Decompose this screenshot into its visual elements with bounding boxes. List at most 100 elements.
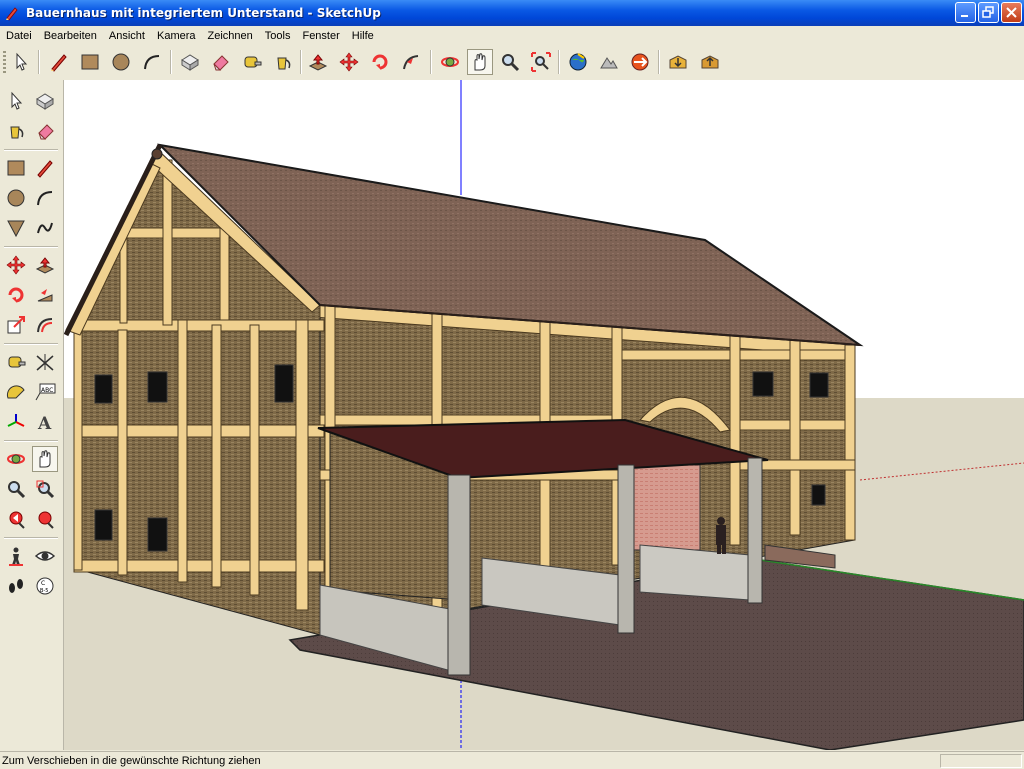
move-icon: [6, 255, 26, 275]
follow-me-button[interactable]: [398, 49, 424, 75]
svg-text:C: C: [41, 580, 45, 587]
walk-tool-button[interactable]: [3, 573, 29, 599]
pan-tool-button[interactable]: [32, 446, 58, 472]
zoom-extents-icon: [531, 52, 551, 72]
close-icon: [1006, 7, 1017, 18]
menu-bearbeiten[interactable]: Bearbeiten: [38, 30, 103, 42]
toggle-terrain-button[interactable]: [596, 49, 622, 75]
make-component-button[interactable]: [177, 49, 203, 75]
menu-ansicht[interactable]: Ansicht: [103, 30, 151, 42]
arc-tool-button[interactable]: [139, 49, 165, 75]
model-viewport[interactable]: [64, 80, 1024, 750]
look-around-button[interactable]: [32, 543, 58, 569]
rectangle-icon: [7, 160, 25, 176]
restore-button[interactable]: [978, 2, 999, 23]
select-tool-button[interactable]: [8, 49, 34, 75]
rotate-tool-button[interactable]: [367, 49, 393, 75]
zoom-window-button[interactable]: [32, 476, 58, 502]
svg-text:B-5: B-5: [40, 588, 48, 594]
protractor-tool-button[interactable]: [3, 379, 29, 405]
menu-kamera[interactable]: Kamera: [151, 30, 202, 42]
rectangle-icon: [81, 54, 99, 70]
make-component-button[interactable]: [32, 88, 58, 114]
protractor-icon: [6, 385, 25, 399]
previous-view-button[interactable]: [3, 506, 29, 532]
move-tool-button[interactable]: [3, 252, 29, 278]
sketchup-app-icon[interactable]: [4, 5, 20, 21]
move-tool-button[interactable]: [336, 49, 362, 75]
get-models-button[interactable]: [665, 49, 691, 75]
share-model-button[interactable]: [697, 49, 723, 75]
circle-tool-button[interactable]: [3, 185, 29, 211]
text-tool-button[interactable]: ABC: [32, 379, 58, 405]
polygon-tool-button[interactable]: [3, 215, 29, 241]
globe-icon: [569, 53, 587, 71]
offset-tool-button[interactable]: [32, 312, 58, 338]
follow-me-button[interactable]: [32, 282, 58, 308]
position-camera-button[interactable]: [3, 543, 29, 569]
push-pull-button[interactable]: [305, 49, 331, 75]
close-button[interactable]: [1001, 2, 1022, 23]
eraser-tool-button[interactable]: [207, 49, 233, 75]
line-tool-button[interactable]: [46, 49, 72, 75]
select-tool-button[interactable]: [3, 88, 29, 114]
dimension-tool-button[interactable]: [32, 349, 58, 375]
orbit-icon: [7, 454, 25, 464]
measurements-box[interactable]: [940, 754, 1022, 768]
toolbar-grip[interactable]: [3, 51, 6, 73]
circle-icon: [7, 189, 25, 207]
rotate-tool-button[interactable]: [3, 282, 29, 308]
freehand-tool-button[interactable]: [32, 215, 58, 241]
orbit-tool-button[interactable]: [437, 49, 463, 75]
tape-measure-icon: [8, 356, 26, 368]
paint-bucket-icon: [277, 57, 291, 70]
warehouse-get-icon: [669, 55, 687, 69]
component-icon: [181, 54, 199, 71]
roof-finial: [151, 148, 163, 160]
zoom-extents-button[interactable]: [528, 49, 554, 75]
eraser-tool-button[interactable]: [32, 118, 58, 144]
main-toolbar: [0, 46, 1024, 81]
arrow-cursor-icon: [16, 52, 28, 71]
line-tool-button[interactable]: [32, 155, 58, 181]
axes-tool-button[interactable]: [3, 409, 29, 435]
tape-measure-button[interactable]: [3, 349, 29, 375]
terrain-icon: [600, 57, 618, 69]
section-plane-button[interactable]: C B-5: [32, 573, 58, 599]
push-pull-button[interactable]: [32, 252, 58, 278]
get-current-view-button[interactable]: [565, 49, 591, 75]
title-bar: Bauernhaus mit integriertem Unterstand -…: [0, 0, 1024, 26]
arc-tool-button[interactable]: [32, 185, 58, 211]
rectangle-tool-button[interactable]: [77, 49, 103, 75]
follow-me-icon: [37, 289, 53, 302]
menu-fenster[interactable]: Fenster: [296, 30, 345, 42]
window-controls: [955, 2, 1022, 23]
arc-icon: [37, 191, 53, 206]
push-pull-icon: [35, 257, 55, 274]
menu-zeichnen[interactable]: Zeichnen: [202, 30, 259, 42]
place-model-button[interactable]: [627, 49, 653, 75]
menu-tools[interactable]: Tools: [259, 30, 297, 42]
large-tool-set: ABC A C B-5: [0, 80, 64, 750]
zoom-tool-button[interactable]: [3, 476, 29, 502]
offset-icon: [37, 318, 53, 333]
pan-tool-button[interactable]: [467, 49, 493, 75]
paint-bucket-button[interactable]: [270, 49, 296, 75]
footprints-icon: [9, 579, 23, 593]
zoom-tool-button[interactable]: [497, 49, 523, 75]
rotate-icon: [8, 287, 24, 303]
3d-text-button[interactable]: A: [32, 409, 58, 435]
menu-hilfe[interactable]: Hilfe: [346, 30, 380, 42]
circle-tool-button[interactable]: [108, 49, 134, 75]
minimize-button[interactable]: [955, 2, 976, 23]
zoom-extents-button[interactable]: [32, 506, 58, 532]
move-icon: [339, 52, 359, 72]
brick-passage: [629, 464, 701, 551]
paint-bucket-button[interactable]: [3, 118, 29, 144]
orbit-tool-button[interactable]: [3, 446, 29, 472]
rectangle-tool-button[interactable]: [3, 155, 29, 181]
menu-datei[interactable]: Datei: [0, 30, 38, 42]
tape-measure-button[interactable]: [239, 49, 265, 75]
text-label-icon: ABC: [35, 383, 56, 401]
scale-tool-button[interactable]: [3, 312, 29, 338]
